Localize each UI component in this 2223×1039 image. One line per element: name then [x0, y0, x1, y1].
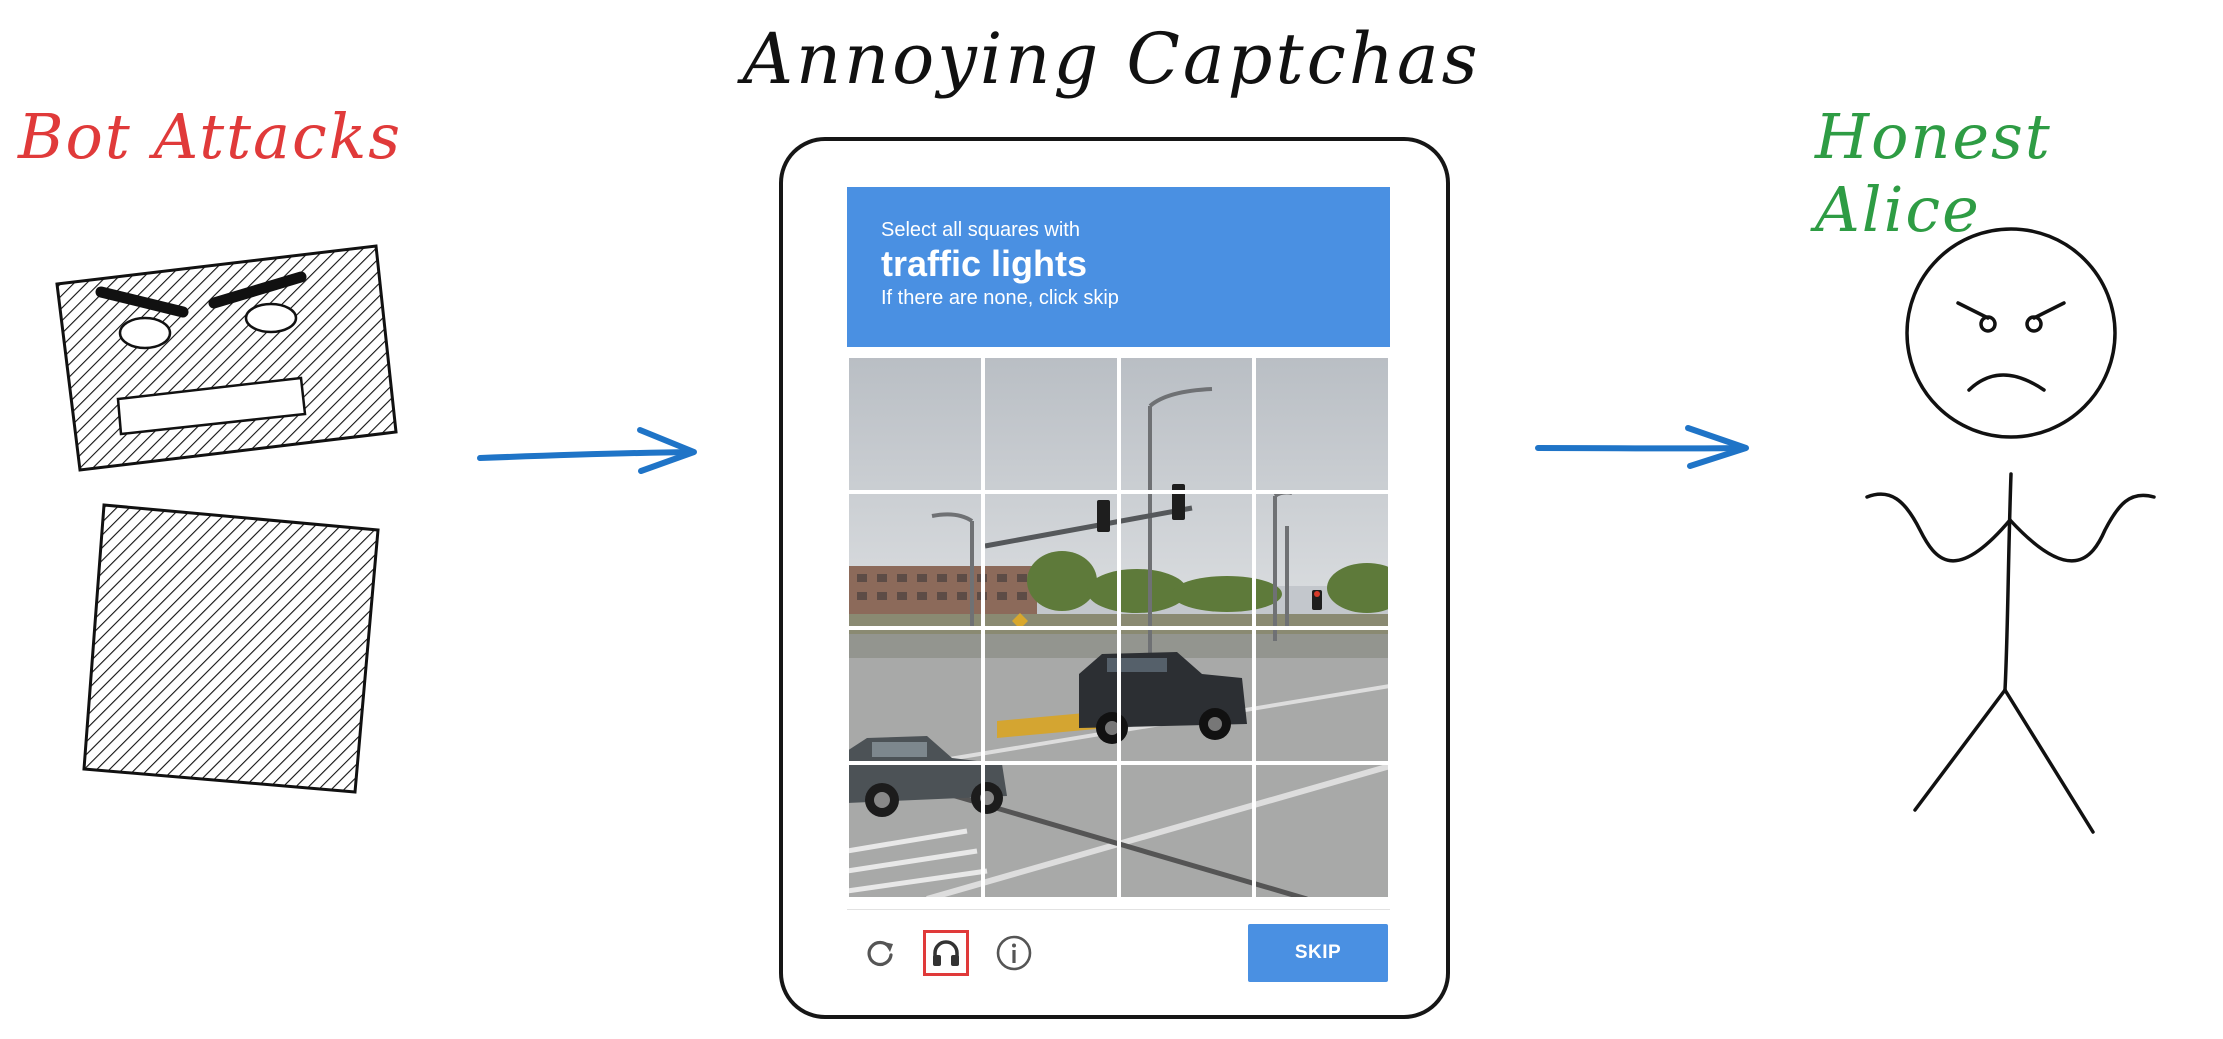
captcha-tile[interactable]	[1254, 763, 1390, 899]
captcha-grid	[847, 356, 1390, 899]
alice-right-leg	[2003, 688, 2095, 834]
bot-body	[82, 503, 380, 794]
alice-left-arm	[1865, 492, 2012, 563]
captcha-hint: If there are none, click skip	[881, 287, 1119, 309]
alice-left-leg	[1913, 688, 2007, 812]
audio-challenge-button[interactable]	[923, 930, 969, 976]
captcha-tile[interactable]	[1254, 356, 1390, 492]
alice-right-arm	[2008, 493, 2156, 563]
reload-icon	[867, 940, 893, 967]
captcha-footer-divider	[847, 909, 1390, 910]
captcha-tile[interactable]	[982, 627, 1119, 764]
captcha-tile[interactable]	[847, 763, 983, 899]
info-icon	[996, 935, 1032, 971]
alice-torso	[2003, 472, 2013, 692]
bot-head	[55, 244, 398, 472]
skip-button[interactable]: SKIP	[1248, 924, 1388, 982]
captcha-header: Select all squares with traffic lights I…	[847, 187, 1390, 347]
captcha-tile[interactable]	[1118, 627, 1255, 764]
bot-left-eye	[118, 316, 172, 350]
arrow-bot-to-captcha	[477, 427, 697, 474]
alice-stick-figure	[1865, 227, 2156, 834]
captcha-tile[interactable]	[1254, 627, 1390, 764]
captcha-tile[interactable]	[982, 356, 1119, 492]
captcha-tile[interactable]	[1254, 491, 1390, 628]
captcha-tile[interactable]	[1118, 491, 1255, 628]
headphones-icon	[933, 940, 959, 966]
bot-right-eye	[244, 302, 298, 334]
arrow-captcha-to-alice	[1535, 425, 1749, 469]
captcha-tile[interactable]	[847, 627, 983, 764]
alice-head	[1905, 227, 2117, 439]
captcha-tile[interactable]	[982, 763, 1119, 899]
captcha-tile[interactable]	[847, 356, 983, 492]
captcha-target: traffic lights	[881, 243, 1088, 284]
captcha-tile[interactable]	[1118, 356, 1255, 492]
alice-left-brow	[1956, 301, 1990, 320]
alice-frown	[1967, 373, 2046, 392]
captcha-tile[interactable]	[847, 491, 983, 628]
reload-button[interactable]	[857, 930, 903, 976]
captcha-tile[interactable]	[982, 491, 1119, 628]
captcha-instruction: Select all squares with	[881, 219, 1080, 241]
info-button[interactable]	[991, 930, 1037, 976]
captcha-tile[interactable]	[1118, 763, 1255, 899]
alice-right-brow	[2032, 301, 2066, 320]
